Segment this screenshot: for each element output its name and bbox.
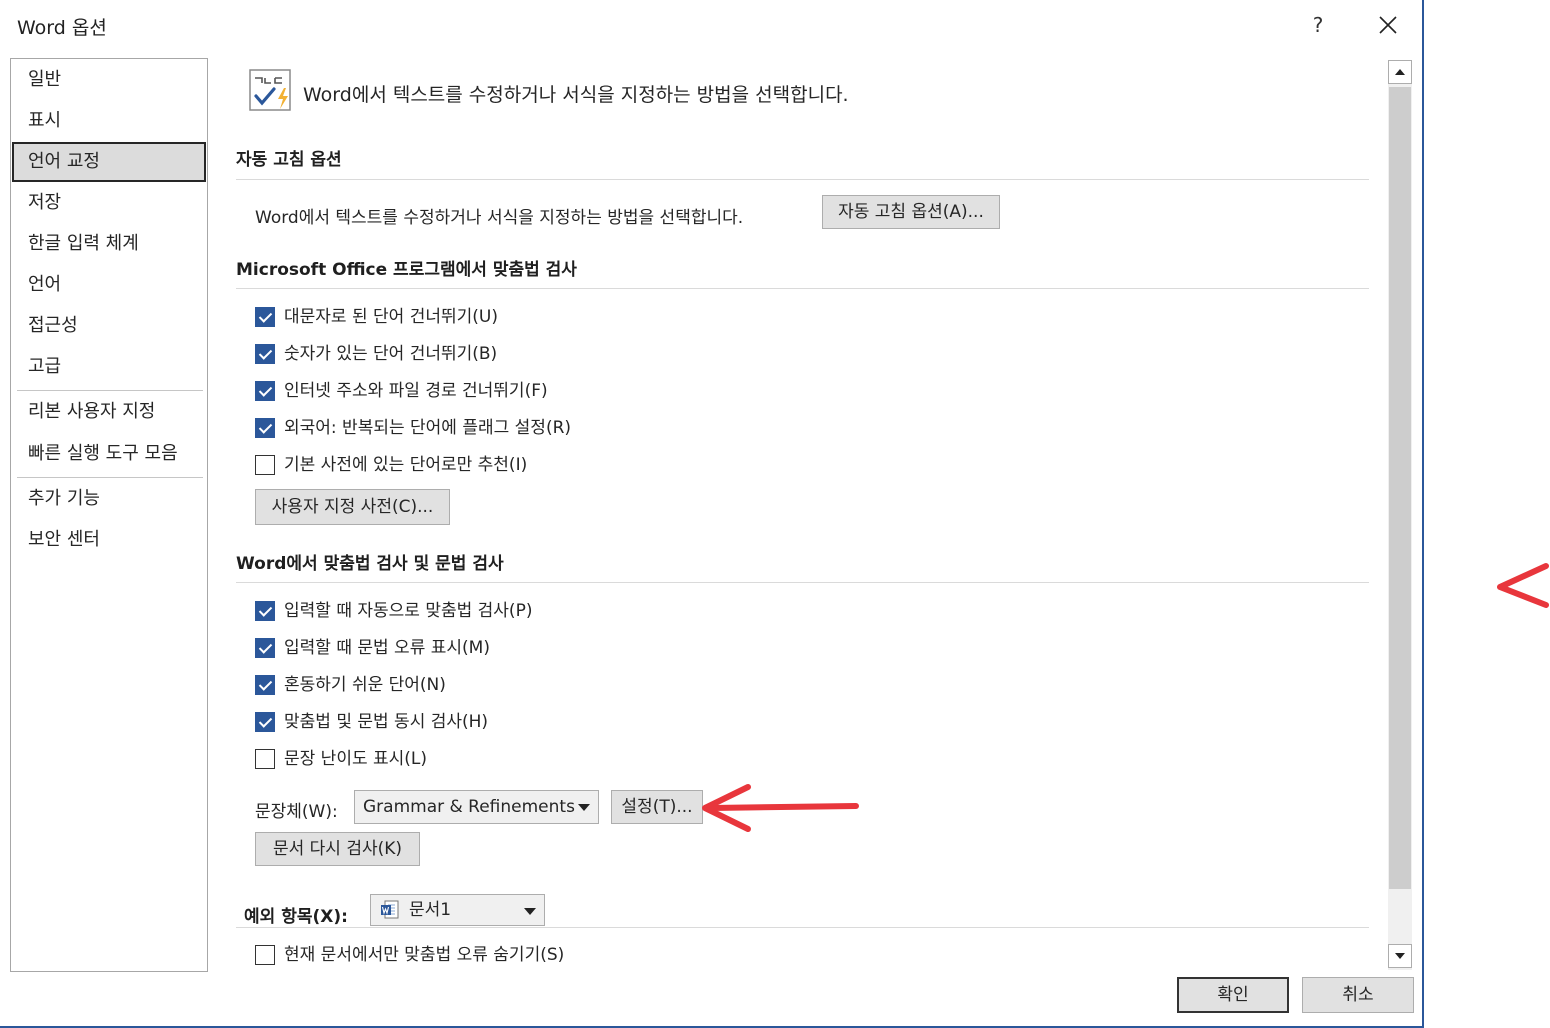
- checkbox-label: 맞춤법 및 문법 동시 검사(H): [284, 712, 489, 732]
- office-spelling-section-title: Microsoft Office 프로그램에서 맞춤법 검사: [236, 260, 577, 280]
- sidebar-item-advanced[interactable]: 고급: [12, 347, 206, 387]
- proofing-icon: [248, 68, 294, 114]
- checkbox-label: 인터넷 주소와 파일 경로 건너뛰기(F): [284, 381, 548, 401]
- title-bar: Word 옵션 ?: [0, 0, 1422, 50]
- sidebar-item-add-ins[interactable]: 추가 기능: [12, 479, 206, 519]
- exceptions-label: 예외 항목(X):: [244, 907, 348, 927]
- sidebar-item-customize-ribbon[interactable]: 리본 사용자 지정: [12, 392, 206, 432]
- checkbox[interactable]: [255, 945, 275, 965]
- checkbox-label: 대문자로 된 단어 건너뛰기(U): [284, 307, 498, 327]
- autocorrect-options-button[interactable]: 자동 고침 옵션(A)...: [822, 195, 1000, 229]
- cancel-button[interactable]: 취소: [1302, 977, 1414, 1013]
- close-icon: [1379, 16, 1397, 34]
- checkbox[interactable]: [255, 675, 275, 695]
- word-spelling-section-title: Word에서 맞춤법 검사 및 문법 검사: [236, 554, 504, 574]
- checkbox[interactable]: [255, 418, 275, 438]
- ok-button[interactable]: 확인: [1177, 977, 1289, 1013]
- sidebar-item-display[interactable]: 표시: [12, 101, 206, 141]
- writing-style-value: Grammar & Refinements: [363, 797, 575, 817]
- checkbox[interactable]: [255, 749, 275, 769]
- checkbox-label: 입력할 때 자동으로 맞춤법 검사(P): [284, 601, 533, 621]
- vertical-scrollbar[interactable]: [1388, 60, 1412, 970]
- grammar-settings-button[interactable]: 설정(T)...: [611, 790, 703, 824]
- sidebar-item-save[interactable]: 저장: [12, 183, 206, 223]
- word-document-icon: [381, 900, 399, 919]
- sidebar-item-general[interactable]: 일반: [12, 60, 206, 100]
- autocorrect-section-title: 자동 고침 옵션: [236, 150, 342, 170]
- sidebar-item-accessibility[interactable]: 접근성: [12, 306, 206, 346]
- section-divider: [236, 288, 1369, 289]
- checkbox[interactable]: [255, 601, 275, 621]
- checkbox[interactable]: [255, 712, 275, 732]
- autocorrect-description: Word에서 텍스트를 수정하거나 서식을 지정하는 방법을 선택합니다.: [255, 208, 744, 228]
- sidebar-item-hangul-input[interactable]: 한글 입력 체계: [12, 224, 206, 264]
- checkbox[interactable]: [255, 307, 275, 327]
- custom-dictionaries-button[interactable]: 사용자 지정 사전(C)...: [255, 489, 450, 525]
- checkbox-label: 혼동하기 쉬운 단어(N): [284, 675, 446, 695]
- close-button[interactable]: [1370, 8, 1406, 42]
- sidebar-separator: [17, 477, 203, 478]
- chevron-down-icon: [524, 908, 536, 915]
- writing-style-label: 문장체(W):: [255, 802, 338, 822]
- checkbox-label: 외국어: 반복되는 단어에 플래그 설정(R): [284, 418, 572, 438]
- sidebar-separator: [17, 390, 203, 391]
- window-title: Word 옵션: [17, 17, 107, 39]
- checkbox[interactable]: [255, 381, 275, 401]
- checkbox-label: 기본 사전에 있는 단어로만 추천(I): [284, 455, 528, 475]
- sidebar-item-quick-access-toolbar[interactable]: 빠른 실행 도구 모음: [12, 434, 206, 474]
- category-sidebar: 일반 표시 언어 교정 저장 한글 입력 체계 언어 접근성 고급 리본 사용자…: [10, 58, 208, 972]
- checkbox[interactable]: [255, 344, 275, 364]
- scroll-down-button[interactable]: [1388, 944, 1412, 968]
- section-divider: [236, 179, 1369, 180]
- sidebar-item-proofing[interactable]: 언어 교정: [12, 142, 206, 182]
- help-button[interactable]: ?: [1300, 8, 1336, 42]
- recheck-document-button[interactable]: 문서 다시 검사(K): [255, 832, 420, 866]
- word-options-dialog: Word 옵션 ? 일반 표시 언어 교정 저장 한글 입력 체계 언어 접근성…: [0, 0, 1424, 1028]
- proofing-panel: Word에서 텍스트를 수정하거나 서식을 지정하는 방법을 선택합니다. 자동…: [236, 58, 1386, 970]
- intro-text: Word에서 텍스트를 수정하거나 서식을 지정하는 방법을 선택합니다.: [303, 84, 849, 106]
- sidebar-item-trust-center[interactable]: 보안 센터: [12, 520, 206, 560]
- exceptions-document-select[interactable]: 문서1: [370, 894, 545, 926]
- checkbox-label: 현재 문서에서만 맞춤법 오류 숨기기(S): [284, 945, 565, 965]
- writing-style-select[interactable]: Grammar & Refinements: [354, 790, 599, 824]
- exceptions-document-value: 문서1: [409, 900, 452, 920]
- sidebar-item-language[interactable]: 언어: [12, 265, 206, 305]
- scrollbar-thumb[interactable]: [1389, 87, 1411, 889]
- chevron-down-icon: [578, 804, 590, 811]
- checkbox-label: 문장 난이도 표시(L): [284, 749, 428, 769]
- section-divider: [236, 582, 1369, 583]
- section-divider: [236, 927, 1369, 928]
- scroll-up-button[interactable]: [1388, 60, 1412, 84]
- checkbox-label: 입력할 때 문법 오류 표시(M): [284, 638, 490, 658]
- annotation-chevron: [1497, 563, 1549, 608]
- checkbox-label: 숫자가 있는 단어 건너뛰기(B): [284, 344, 498, 364]
- checkbox[interactable]: [255, 455, 275, 475]
- checkbox[interactable]: [255, 638, 275, 658]
